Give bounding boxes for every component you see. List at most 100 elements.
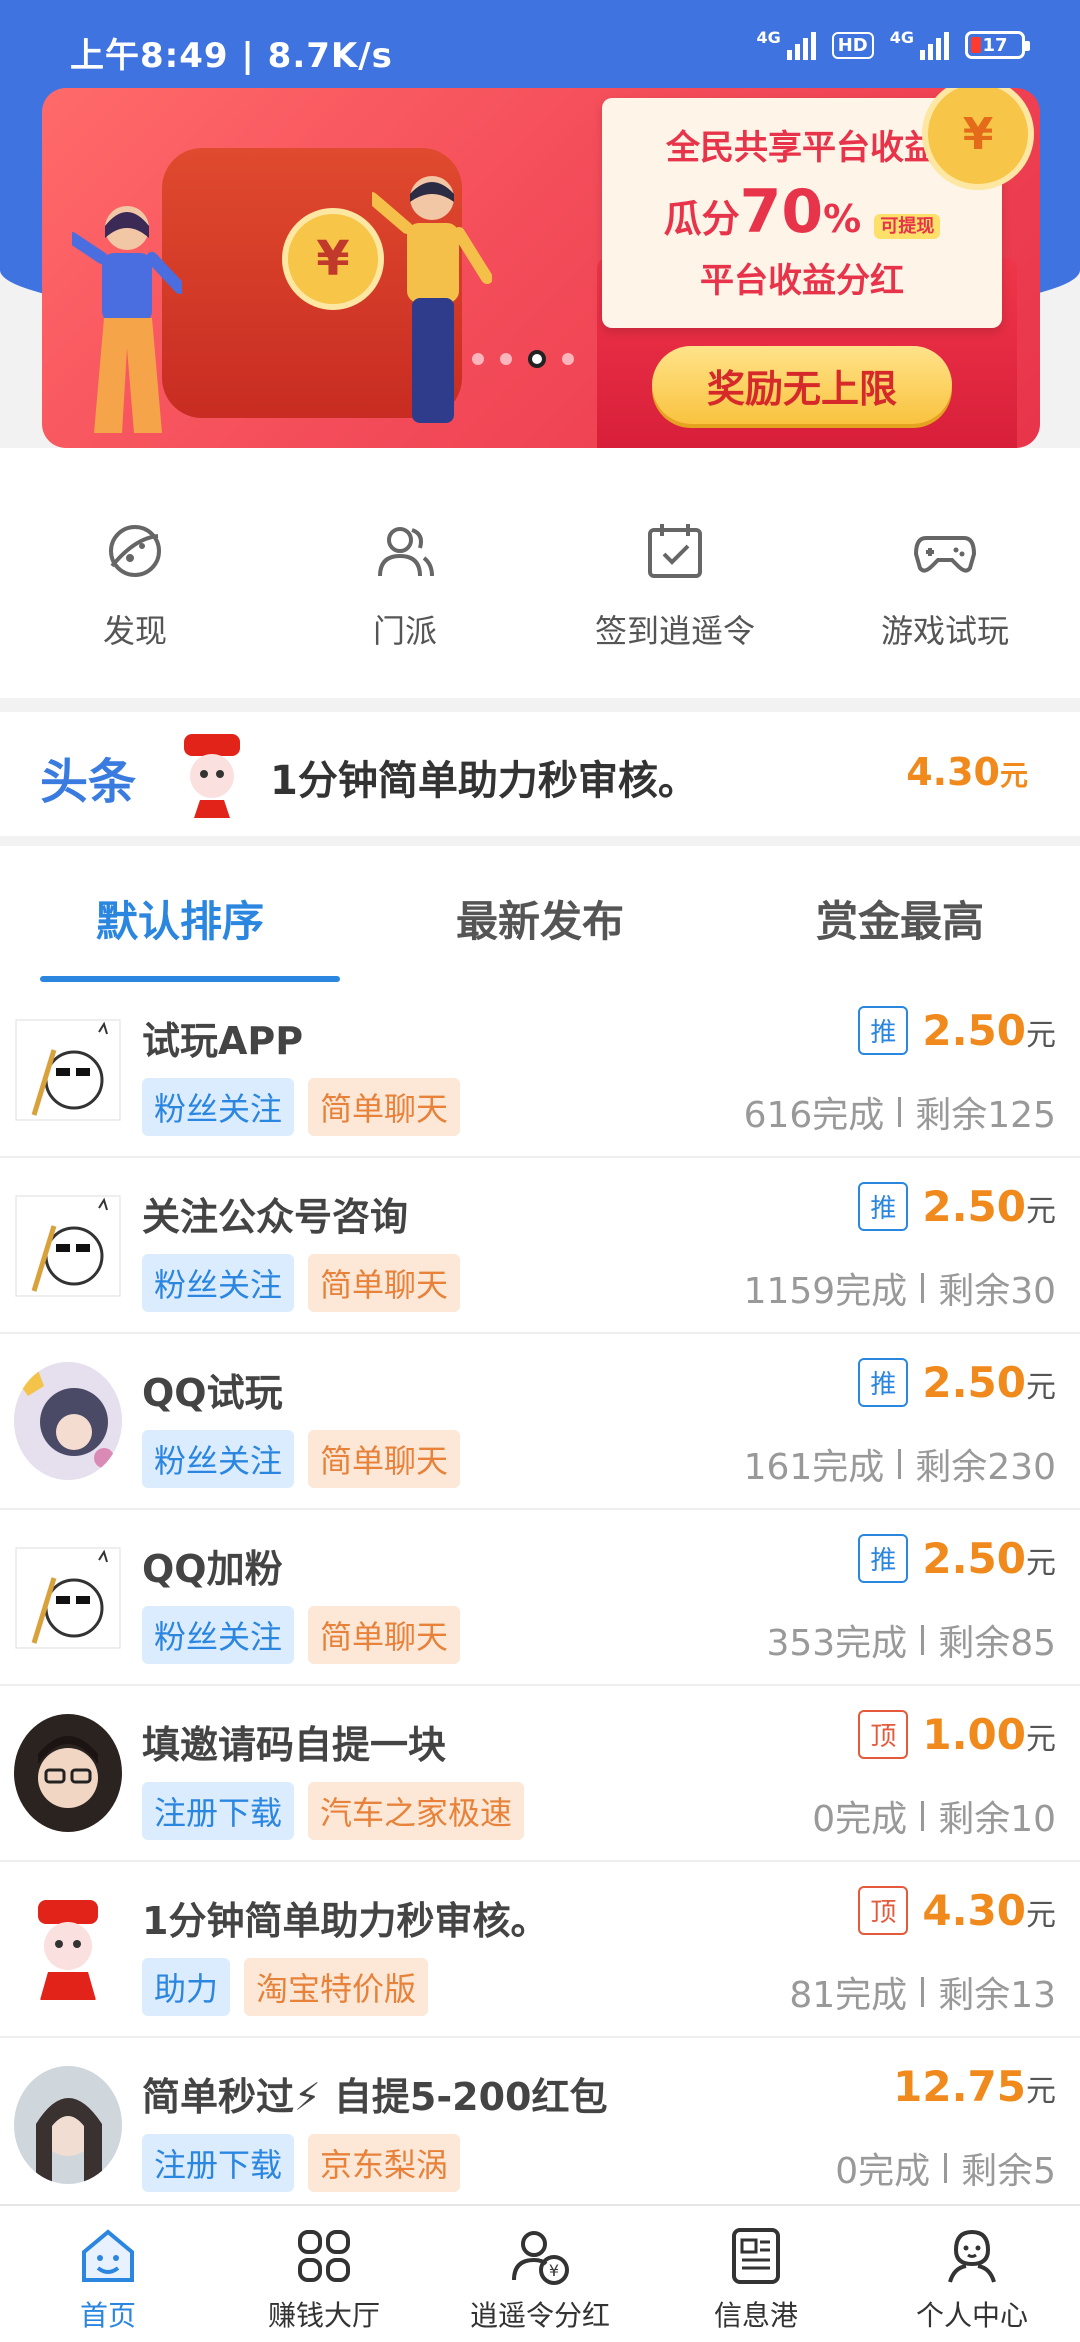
quick-game-trial[interactable]: 游戏试玩 (810, 448, 1080, 698)
task-reward: 推 2.50元 (858, 1534, 1056, 1583)
task-avatar (14, 1714, 122, 1832)
stats-divider (921, 1273, 925, 1303)
stats-divider (921, 1625, 925, 1655)
task-platform-tag: 简单聊天 (308, 1078, 461, 1136)
promo-prefix: 瓜分 (663, 197, 740, 241)
task-avatar (14, 1538, 122, 1656)
task-title: 试玩APP (142, 1019, 304, 1063)
task-category-tag: 注册下载 (142, 1782, 295, 1840)
task-stats: 81完成 剩余13 (789, 1966, 1056, 2018)
quick-sect[interactable]: 门派 (270, 448, 540, 698)
task-remaining-count: 剩余85 (938, 1623, 1056, 1664)
tab-newest[interactable]: 最新发布 (360, 846, 720, 982)
task-price-value: 2.50 (922, 1358, 1026, 1407)
task-category-tag: 助力 (142, 1958, 231, 2016)
person-illustration-2 (372, 176, 492, 423)
person-illustration (72, 206, 182, 433)
task-price: 2.50元 (922, 1534, 1056, 1583)
quick-discover-label: 发现 (102, 612, 167, 650)
promo-banner[interactable]: ¥ 全民共享平台收益 瓜分70% 可提现 平台收益分红 ¥ 奖励无上限 (42, 88, 1040, 448)
task-tags: 粉丝关注 简单聊天 (142, 1430, 461, 1488)
task-price-value: 1.00 (922, 1710, 1026, 1759)
task-row[interactable]: 简单秒过⚡ 自提5-200红包 注册下载 京东梨涡 12.75元 0完成 剩余5 (0, 2038, 1080, 2214)
headline-bar[interactable]: 头条 1分钟简单助力秒审核。 4.30元 (0, 712, 1080, 836)
task-completed-count: 0完成 (812, 1799, 908, 1840)
task-reward: 顶 4.30元 (858, 1886, 1056, 1935)
battery-level: 17 (982, 34, 1008, 56)
task-category-tag: 粉丝关注 (142, 1606, 295, 1664)
task-avatar (14, 2066, 122, 2184)
grid-icon (298, 2230, 350, 2282)
task-title: QQ加粉 (142, 1547, 283, 1591)
headline-price-unit: 元 (999, 759, 1028, 792)
withdrawable-badge: 可提现 (874, 214, 941, 239)
quick-actions: 发现 门派 签到逍遥令 游戏试玩 (0, 448, 1080, 698)
recommend-badge: 推 (858, 1006, 909, 1055)
battery-icon: 17 (965, 31, 1030, 59)
carousel-dot-active[interactable] (528, 350, 546, 368)
gamepad-icon (913, 536, 977, 573)
carousel-dot[interactable] (472, 353, 484, 365)
task-reward: 推 2.50元 (858, 1182, 1056, 1231)
task-title: 填邀请码自提一块 (142, 1723, 447, 1767)
task-tags: 粉丝关注 简单聊天 (142, 1254, 461, 1312)
nav-info-port[interactable]: 信息港 (648, 2206, 864, 2342)
reward-button[interactable]: 奖励无上限 (652, 346, 952, 424)
task-row[interactable]: 试玩APP 粉丝关注 简单聊天 推 2.50元 616完成 剩余125 (0, 982, 1080, 1158)
quick-discover[interactable]: 发现 (0, 448, 270, 698)
planet-icon (109, 525, 161, 577)
calendar-check-icon (648, 524, 702, 578)
carousel-dot[interactable] (562, 353, 574, 365)
nav-profile[interactable]: 个人中心 (864, 2206, 1080, 2342)
task-price-value: 12.75 (893, 2062, 1026, 2111)
task-price-unit: 元 (1026, 1370, 1056, 1405)
status-time: 上午8:49 (70, 36, 229, 76)
task-category-tag: 粉丝关注 (142, 1430, 295, 1488)
stats-divider (921, 1977, 925, 2007)
task-platform-tag: 简单聊天 (308, 1606, 461, 1664)
task-row[interactable]: QQ加粉 粉丝关注 简单聊天 推 2.50元 353完成 剩余85 (0, 1510, 1080, 1686)
nav-profile-label: 个人中心 (915, 2299, 1028, 2332)
nav-earn-hall[interactable]: 赚钱大厅 (216, 2206, 432, 2342)
task-price-unit: 元 (1026, 1722, 1056, 1757)
task-stats: 0完成 剩余10 (812, 1790, 1056, 1842)
task-row[interactable]: 填邀请码自提一块 注册下载 汽车之家极速 顶 1.00元 0完成 剩余10 (0, 1686, 1080, 1862)
news-icon (732, 2228, 780, 2284)
carousel-dot[interactable] (500, 353, 512, 365)
nav-earn-hall-label: 赚钱大厅 (267, 2299, 380, 2332)
task-title: 简单秒过⚡ 自提5-200红包 (142, 2075, 608, 2119)
status-time-speed: 上午8:49 | 8.7K/s (70, 36, 393, 76)
promo-line-3: 平台收益分红 (700, 261, 904, 301)
nav-home-label: 首页 (79, 2299, 136, 2332)
task-price: 2.50元 (922, 1182, 1056, 1231)
task-title: 1分钟简单助力秒审核。 (142, 1899, 549, 1943)
task-tags: 注册下载 汽车之家极速 (142, 1782, 525, 1840)
nav-dividend-label: 逍遥令分红 (469, 2299, 610, 2332)
task-row[interactable]: QQ试玩 粉丝关注 简单聊天 推 2.50元 161完成 剩余230 (0, 1334, 1080, 1510)
network-speed: 8.7K/s (267, 36, 393, 76)
task-price: 2.50元 (922, 1358, 1056, 1407)
task-stats: 0完成 剩余5 (835, 2142, 1056, 2194)
headline-price-value: 4.30 (906, 750, 1000, 794)
tab-default-sort[interactable]: 默认排序 (0, 846, 360, 982)
yuan-coin-icon-2: ¥ (922, 88, 1034, 190)
task-avatar (14, 1362, 122, 1480)
task-completed-count: 81完成 (789, 1975, 908, 2016)
quick-checkin[interactable]: 签到逍遥令 (540, 448, 810, 698)
task-completed-count: 1159完成 (743, 1271, 908, 1312)
stats-divider (921, 1801, 925, 1831)
nav-dividend[interactable]: ¥ 逍遥令分红 (432, 2206, 648, 2342)
task-price-unit: 元 (1026, 1018, 1056, 1053)
nav-home[interactable]: 首页 (0, 2206, 216, 2342)
jd-mascot-avatar (184, 734, 240, 818)
task-row[interactable]: 关注公众号咨询 粉丝关注 简单聊天 推 2.50元 1159完成 剩余30 (0, 1158, 1080, 1334)
task-price: 2.50元 (922, 1006, 1056, 1055)
task-row[interactable]: 1分钟简单助力秒审核。 助力 淘宝特价版 顶 4.30元 81完成 剩余13 (0, 1862, 1080, 2038)
task-category-tag: 粉丝关注 (142, 1078, 295, 1136)
headline-text: 1分钟简单助力秒审核。 (270, 758, 698, 804)
carousel-indicator (472, 350, 574, 368)
pinned-badge: 顶 (858, 1886, 909, 1935)
task-title: 关注公众号咨询 (142, 1195, 409, 1239)
tab-highest-reward[interactable]: 赏金最高 (720, 846, 1080, 982)
task-reward: 12.75元 (893, 2062, 1056, 2111)
